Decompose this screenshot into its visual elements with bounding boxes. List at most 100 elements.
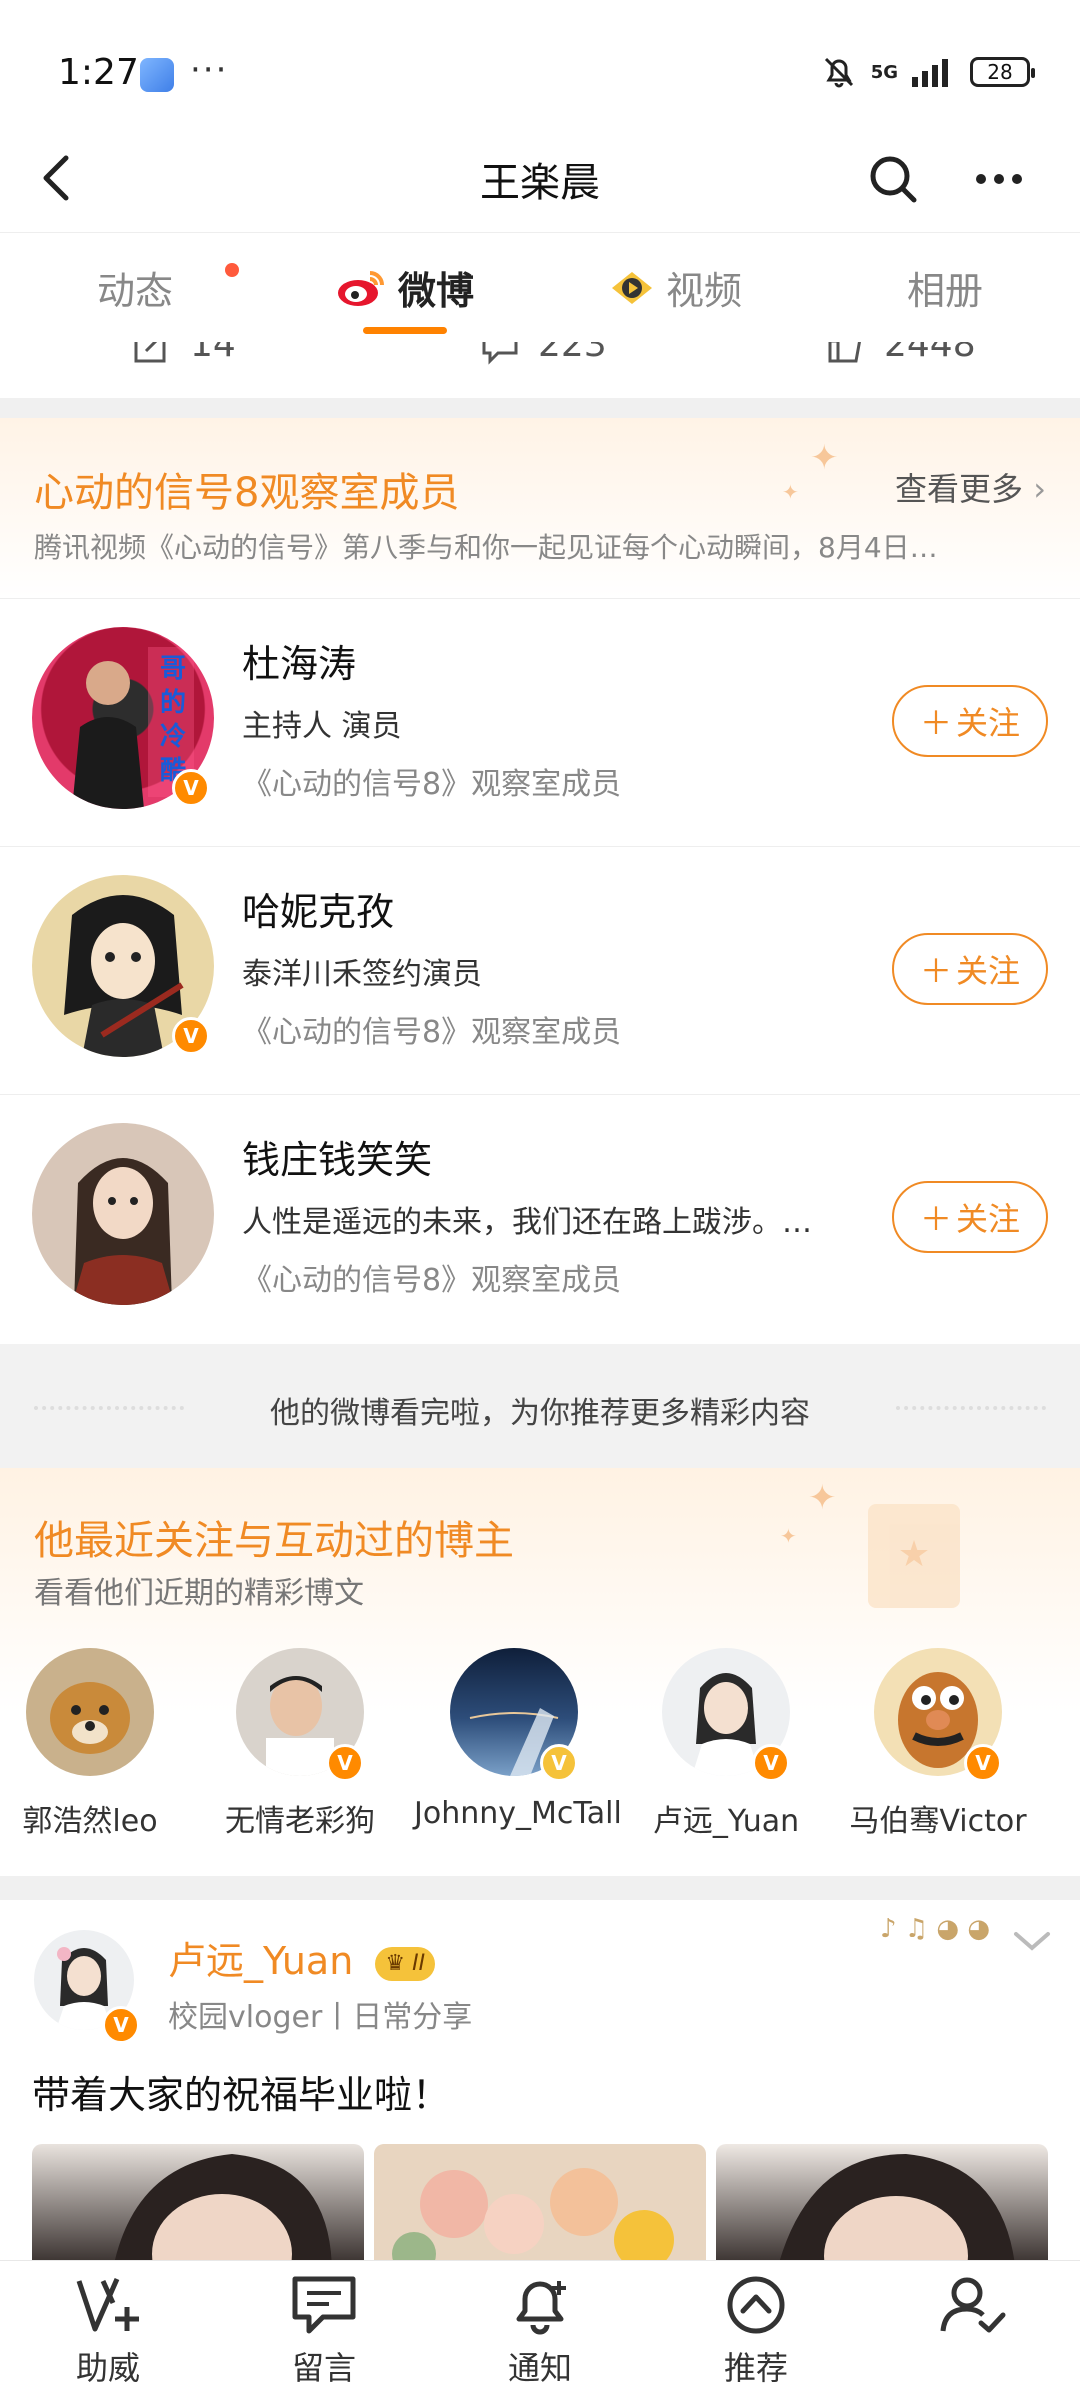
- post-text: 带着大家的祝福毕业啦！: [32, 2073, 451, 2117]
- member-level: II: [412, 1950, 426, 1976]
- tab-dynamics[interactable]: 动态: [0, 233, 270, 342]
- user-description: 主持人 演员: [242, 709, 402, 744]
- sparkle-icon: ✦: [810, 438, 839, 478]
- battery-icon: 28: [970, 57, 1035, 87]
- verified-badge-icon: V: [102, 2006, 140, 2044]
- status-indicators: 5G 28: [821, 54, 1035, 90]
- user-tag: 《心动的信号8》观察室成员: [242, 767, 622, 802]
- like-count-stat[interactable]: 2448: [826, 342, 976, 365]
- message-label: 留言: [291, 2349, 356, 2387]
- feed-post[interactable]: V 卢远_Yuan ♛ II 校园vloger丨日常分享 ♪ ♫ ◕ ◕ 带着大…: [0, 1900, 1080, 2274]
- recent-bloggers-title: 他最近关注与互动过的博主: [34, 1518, 514, 1564]
- sparkle-icon: ✦: [780, 1524, 797, 1548]
- follow-label: 关注: [956, 704, 1021, 742]
- cheer-label: 助威: [75, 2349, 140, 2387]
- image-content: [392, 2168, 674, 2274]
- recommend-button[interactable]: 推荐: [648, 2261, 864, 2402]
- section-divider: [0, 1876, 1080, 1900]
- search-button[interactable]: [862, 148, 924, 210]
- follow-button[interactable]: ＋ 关注: [892, 685, 1048, 757]
- back-button[interactable]: [30, 148, 90, 208]
- more-notifications-icon: ···: [190, 50, 229, 90]
- post-image[interactable]: [374, 2144, 706, 2274]
- blogger-item[interactable]: 郭浩然leo: [0, 1648, 190, 1840]
- recommend-description: 腾讯视频《心动的信号》第八季与和你一起见证每个心动瞬间，8月4日…: [34, 531, 938, 564]
- image-content: [112, 2154, 332, 2274]
- dotted-divider: [896, 1406, 1046, 1410]
- tab-weibo[interactable]: 微博: [270, 233, 540, 342]
- more-options-button[interactable]: [968, 148, 1030, 210]
- tab-label: 微博: [397, 269, 474, 313]
- cheer-icon: [76, 2277, 139, 2332]
- top-nav-bar: 王楽晨: [0, 130, 1080, 230]
- cheer-button[interactable]: 助威: [0, 2261, 216, 2402]
- end-of-feed-notice: 他的微博看完啦，为你推荐更多精彩内容: [0, 1344, 1080, 1468]
- message-button[interactable]: 留言: [216, 2261, 432, 2402]
- blogger-name: 卢远_Yuan: [652, 1804, 800, 1839]
- network-label: 5G: [870, 61, 898, 83]
- app-notification-icon: [140, 58, 174, 92]
- svg-text:冷: 冷: [160, 721, 186, 752]
- plus-icon: ＋: [919, 704, 952, 742]
- image-content: [776, 2154, 1016, 2274]
- verified-badge-icon: V: [326, 1744, 364, 1782]
- profile-stats: 14 223 2448: [0, 342, 1080, 398]
- blogger-item[interactable]: V Johnny_McTall: [414, 1648, 622, 1831]
- tab-album[interactable]: 相册: [810, 233, 1080, 342]
- user-name[interactable]: 钱庄钱笑笑: [242, 1129, 432, 1184]
- recommended-user-row[interactable]: V 哈妮克孜 泰洋川禾签约演员 《心动的信号8》观察室成员 ＋ 关注: [0, 846, 1080, 1094]
- post-author-name-text: 卢远_Yuan: [168, 1939, 354, 1983]
- star-banner-icon: ★: [868, 1504, 960, 1608]
- verified-badge-icon: V: [172, 769, 210, 807]
- avatar-figure: [50, 1682, 130, 1754]
- tab-label: 动态: [96, 269, 173, 313]
- user-description: 泰洋川禾签约演员: [242, 957, 482, 992]
- bell-icon: [516, 2281, 566, 2335]
- sparkle-icon: ✦: [808, 1478, 837, 1518]
- tab-label: 相册: [906, 269, 983, 313]
- followed-button[interactable]: [864, 2261, 1080, 2402]
- comment-count: 223: [538, 342, 607, 365]
- recent-bloggers-section: 他最近关注与互动过的博主 看看他们近期的精彩博文 ✦ ✦ ★ 郭浩然leo V …: [0, 1468, 1080, 1876]
- recommended-user-row[interactable]: 钱庄钱笑笑 人性是遥远的未来，我们还在路上跋涉。… 《心动的信号8》观察室成员 …: [0, 1094, 1080, 1342]
- blogger-name: Johnny_McTall: [414, 1796, 622, 1831]
- follow-button[interactable]: ＋ 关注: [892, 1181, 1048, 1253]
- blogger-avatar[interactable]: [26, 1648, 154, 1776]
- chevron-down-icon: [1014, 1932, 1050, 1951]
- bottom-action-bar: 助威 留言 通知 推荐: [0, 2260, 1080, 2402]
- blogger-item[interactable]: V 卢远_Yuan: [626, 1648, 826, 1840]
- post-image[interactable]: [32, 2144, 364, 2274]
- follow-label: 关注: [956, 952, 1021, 990]
- follow-label: 关注: [956, 1200, 1021, 1238]
- blogger-name: 马伯骞Victor: [849, 1804, 1027, 1839]
- tab-video[interactable]: 视频: [540, 233, 810, 342]
- status-bar: 1:27 ··· 5G 28: [0, 0, 1080, 130]
- user-name[interactable]: 杜海涛: [242, 633, 356, 688]
- post-image[interactable]: [716, 2144, 1048, 2274]
- view-more-link[interactable]: 查看更多 ›: [895, 464, 1046, 510]
- post-count-stat[interactable]: 14: [132, 342, 236, 365]
- message-icon: [292, 2276, 356, 2334]
- recommended-user-row[interactable]: 哥的冷酷 V 杜海涛 主持人 演员 《心动的信号8》观察室成员 ＋ 关注: [0, 598, 1080, 846]
- avatar-figure: [72, 1158, 174, 1305]
- post-author-name[interactable]: 卢远_Yuan ♛ II: [168, 1930, 436, 1985]
- recommend-card-header: 心动的信号8观察室成员 查看更多 › 腾讯视频《心动的信号》第八季与和你一起见证…: [0, 418, 1080, 598]
- profile-follow-icon: [940, 2277, 1006, 2333]
- user-avatar[interactable]: [32, 1123, 214, 1305]
- plus-icon: ＋: [919, 952, 952, 990]
- follow-button[interactable]: ＋ 关注: [892, 933, 1048, 1005]
- user-name[interactable]: 哈妮克孜: [242, 881, 394, 936]
- svg-text:的: 的: [160, 687, 186, 718]
- verified-badge-icon: V: [752, 1744, 790, 1782]
- comment-count-stat[interactable]: 223: [480, 342, 607, 365]
- blogger-item[interactable]: V 无情老彩狗: [200, 1648, 400, 1840]
- search-icon: [870, 156, 917, 203]
- blogger-item[interactable]: V 马伯骞Victor: [838, 1648, 1038, 1840]
- sparkle-icon: ✦: [782, 480, 799, 504]
- verified-badge-icon: V: [964, 1744, 1002, 1782]
- view-more-label: 查看更多: [895, 470, 1024, 508]
- notify-button[interactable]: 通知: [432, 2261, 648, 2402]
- chevron-left-icon: [43, 155, 69, 201]
- verified-badge-icon: V: [540, 1744, 578, 1782]
- post-options-button[interactable]: [1010, 1926, 1054, 1960]
